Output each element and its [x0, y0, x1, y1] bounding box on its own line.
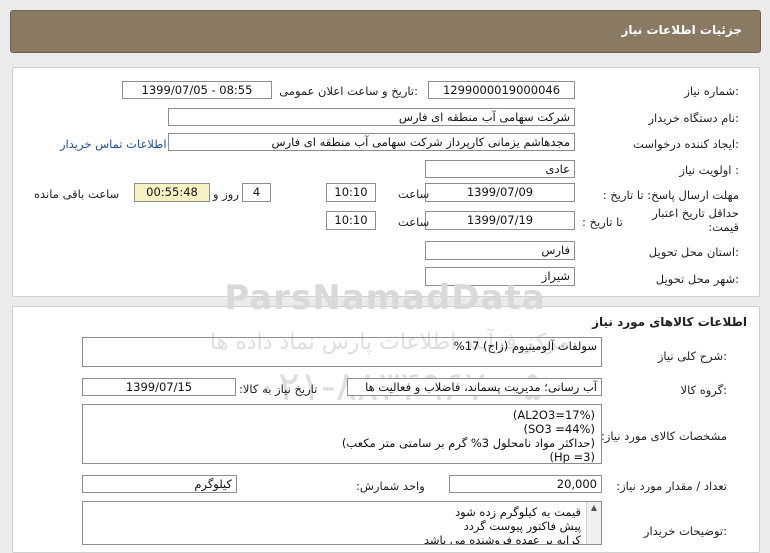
notes-scrollbar[interactable]: ▲ [586, 502, 601, 544]
group-field: آب رسانی؛ مدیریت پسماند، فاضلاب و فعالیت… [347, 378, 602, 396]
deadline-label: مهلت ارسال پاسخ: تا تاریخ : [602, 188, 739, 202]
announce-label: تاریخ و ساعت اعلان عمومی: [279, 84, 418, 98]
quantity-label: تعداد / مقدار مورد نیاز: [616, 479, 727, 493]
buyer-note-line: قیمت به کیلوگرم زده شود [455, 505, 581, 519]
need-number-label: شماره نیاز: [684, 84, 739, 98]
spec-line: (SO3 =44%) [523, 422, 595, 436]
page-header: جزئیات اطلاعات نیاز [10, 10, 761, 53]
deadline-date-field: 1399/07/09 [425, 183, 575, 202]
city-label: شهر محل تحویل: [655, 272, 739, 286]
need-number-field: 1299000019000046 [428, 81, 575, 99]
deadline-time-field: 10:10 [326, 183, 376, 202]
summary-field: سولفات آلومینیوم (زاج) 17% [82, 337, 602, 367]
days-label: روز و [213, 187, 239, 201]
validity-date-field: 1399/07/19 [425, 211, 575, 230]
deadline-time-label: ساعت [398, 187, 430, 201]
contact-buyer-link[interactable]: اطلاعات تماس خریدار [60, 137, 167, 151]
buyer-note-line: کرایه بر عهده فروشنده می باشد [423, 533, 581, 545]
scroll-up-icon[interactable]: ▲ [587, 502, 601, 514]
validity-label: حداقل تاریخ اعتبار قیمت: [652, 206, 739, 234]
buyer-org-label: نام دستگاه خریدار: [648, 111, 739, 125]
watermark-brand: ParsNamadData [224, 278, 546, 318]
requester-field: مجدهاشم یزمانی کارپرداز شرکت سهامی آب من… [168, 133, 575, 151]
validity-time-label: ساعت [398, 215, 430, 229]
spec-line: (AL2O3=17%) [512, 408, 595, 422]
unit-field: کیلوگرم [82, 475, 237, 493]
buyer-notes-label: توضیحات خریدار: [643, 524, 727, 538]
page-title: جزئیات اطلاعات نیاز [621, 23, 742, 37]
province-field: فارس [425, 241, 575, 260]
quantity-field: 20,000 [449, 475, 602, 493]
buyer-org-field: شرکت سهامی آب منطقه ای فارس [168, 108, 575, 126]
spec-line: (حداکثر مواد نامحلول 3% گرم بر سامتی متر… [341, 436, 595, 450]
need-date-field: 1399/07/15 [82, 378, 236, 396]
validity-to-label: تا تاریخ : [582, 215, 623, 229]
need-details-panel [12, 67, 760, 297]
spec-label: مشخصات کالای مورد نیاز: [600, 429, 727, 443]
remaining-time-field: 00:55:48 [134, 183, 210, 202]
need-date-label: تاریخ نیاز به کالا: [239, 382, 318, 396]
buyer-note-line: پیش فاکتور پیوست گردد [463, 519, 581, 533]
province-label: استان محل تحویل: [648, 245, 739, 259]
priority-field: عادی [425, 160, 575, 178]
spec-field: (AL2O3=17%) (SO3 =44%) (حداکثر مواد نامح… [82, 404, 602, 464]
announce-field: 1399/07/05 - 08:55 [122, 81, 272, 99]
group-label: گروه کالا: [680, 383, 727, 397]
goods-section-title: اطلاعات کالاهای مورد نیاز [592, 315, 747, 329]
days-count-field: 4 [242, 183, 271, 202]
unit-label: واحد شمارش: [356, 479, 425, 493]
summary-label: شرح کلی نیاز: [657, 349, 727, 363]
requester-label: ایجاد کننده درخواست: [633, 137, 739, 151]
validity-time-field: 10:10 [326, 211, 376, 230]
remaining-label: ساعت باقی مانده [34, 187, 120, 201]
spec-line: (Hp =3) [549, 450, 595, 464]
priority-label: اولویت نیاز : [679, 163, 739, 177]
buyer-notes-field[interactable]: قیمت به کیلوگرم زده شود پیش فاکتور پیوست… [82, 501, 602, 545]
